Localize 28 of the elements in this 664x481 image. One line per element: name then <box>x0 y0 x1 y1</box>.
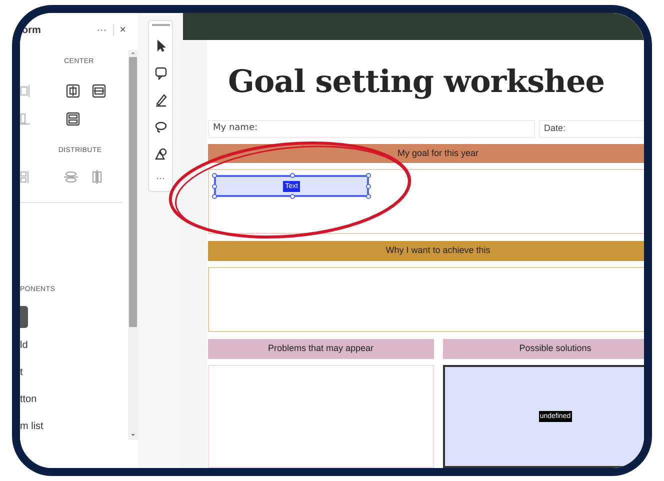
resize-handle[interactable] <box>366 173 371 178</box>
section-header: My goal for this year <box>208 144 644 163</box>
component-item[interactable]: ld <box>20 338 128 352</box>
align-middle-icon[interactable] <box>92 84 106 98</box>
scroll-down-icon[interactable] <box>130 432 136 438</box>
center-icon[interactable] <box>66 112 80 126</box>
section-header: Problems that may appear <box>208 339 434 359</box>
more-tools[interactable]: ··· <box>156 174 165 182</box>
resize-handle[interactable] <box>212 173 217 178</box>
component-item[interactable]: t <box>20 364 128 380</box>
section-header: Why I want to achieve this <box>208 241 644 261</box>
lasso-icon[interactable] <box>154 120 168 134</box>
more-menu[interactable]: ··· <box>96 22 107 38</box>
date-field[interactable]: Date: <box>539 120 644 138</box>
section-header: Possible solutions <box>442 339 644 359</box>
comment-icon[interactable] <box>154 66 168 80</box>
resize-handle[interactable] <box>290 194 295 199</box>
name-field[interactable]: My name: <box>208 120 535 138</box>
component-tile[interactable] <box>20 306 28 328</box>
pen-icon[interactable] <box>154 93 168 107</box>
worksheet-title: Goal setting workshee <box>228 63 605 102</box>
scrollbar[interactable] <box>128 50 138 440</box>
component-item[interactable]: m list <box>20 418 128 434</box>
resize-handle[interactable] <box>290 173 295 178</box>
align-center-icon[interactable] <box>66 84 80 98</box>
component-item[interactable]: tton <box>20 392 128 406</box>
close-button[interactable]: × <box>120 22 126 38</box>
shapes-icon[interactable] <box>154 147 168 161</box>
